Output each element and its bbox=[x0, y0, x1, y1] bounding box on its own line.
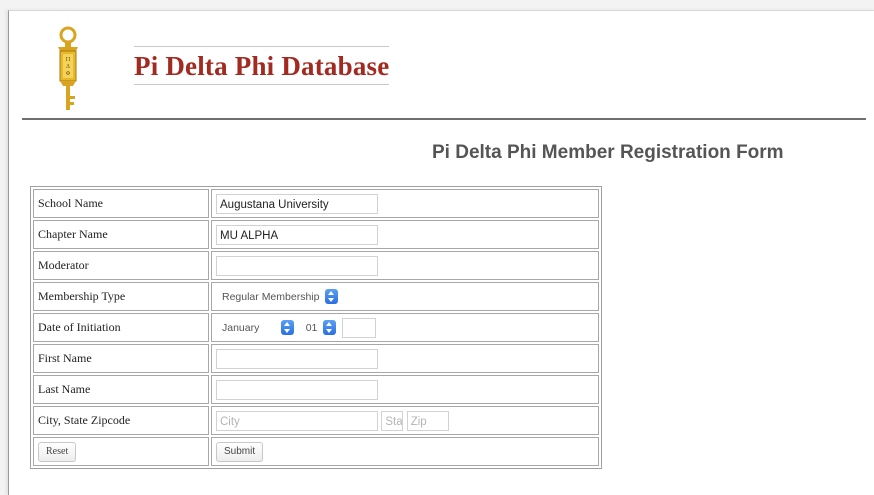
first-name-row: First Name bbox=[33, 344, 599, 373]
first-name-label: First Name bbox=[33, 344, 209, 373]
site-header: Π Δ Φ Pi Delta Phi Database bbox=[22, 20, 866, 120]
city-state-zip-row: City, State Zipcode City Sta Zip bbox=[33, 406, 599, 435]
submit-button[interactable]: Submit bbox=[216, 441, 264, 462]
form-title: Pi Delta Phi Member Registration Form bbox=[432, 142, 784, 163]
initiation-day-value: 01 bbox=[305, 321, 318, 334]
chapter-name-input[interactable]: MU ALPHA bbox=[216, 224, 378, 245]
zip-input[interactable]: Zip bbox=[406, 410, 449, 431]
city-input[interactable]: City bbox=[216, 410, 378, 431]
select-stepper-icon bbox=[281, 320, 295, 336]
svg-text:Φ: Φ bbox=[66, 71, 71, 77]
membership-type-row: Membership Type Regular Membership bbox=[33, 282, 599, 311]
school-name-row: School Name Augustana University bbox=[33, 189, 599, 218]
last-name-input[interactable] bbox=[216, 379, 378, 400]
moderator-label: Moderator bbox=[33, 251, 209, 280]
svg-text:Π: Π bbox=[66, 57, 71, 63]
select-stepper-icon bbox=[323, 320, 337, 336]
membership-type-label: Membership Type bbox=[33, 282, 209, 311]
last-name-row: Last Name bbox=[33, 375, 599, 404]
membership-type-value: Regular Membership bbox=[222, 290, 320, 303]
school-name-input[interactable]: Augustana University bbox=[216, 193, 378, 214]
last-name-label: Last Name bbox=[33, 375, 209, 404]
initiation-year-input[interactable] bbox=[341, 317, 376, 338]
membership-type-select[interactable]: Regular Membership bbox=[216, 286, 341, 307]
chapter-name-label: Chapter Name bbox=[33, 220, 209, 249]
chapter-name-row: Chapter Name MU ALPHA bbox=[33, 220, 599, 249]
city-state-zip-label: City, State Zipcode bbox=[33, 406, 209, 435]
initiation-month-select[interactable]: January bbox=[216, 317, 297, 338]
gold-key-emblem-icon: Π Δ Φ bbox=[58, 26, 78, 110]
initiation-month-value: January bbox=[222, 321, 260, 334]
first-name-input[interactable] bbox=[216, 348, 378, 369]
site-title: Pi Delta Phi Database bbox=[134, 46, 390, 85]
state-input[interactable]: Sta bbox=[381, 410, 404, 431]
date-of-initiation-row: Date of Initiation January 01 bbox=[33, 313, 599, 342]
buttons-row: Reset Submit bbox=[33, 437, 599, 466]
initiation-day-select[interactable]: 01 bbox=[299, 317, 339, 338]
date-of-initiation-label: Date of Initiation bbox=[33, 313, 209, 342]
select-stepper-icon bbox=[325, 289, 339, 305]
school-name-label: School Name bbox=[33, 189, 209, 218]
moderator-input[interactable] bbox=[216, 255, 378, 276]
moderator-row: Moderator bbox=[33, 251, 599, 280]
svg-text:Δ: Δ bbox=[66, 64, 70, 70]
registration-form: School Name Augustana University Chapter… bbox=[30, 186, 602, 469]
reset-button[interactable]: Reset bbox=[38, 441, 77, 462]
